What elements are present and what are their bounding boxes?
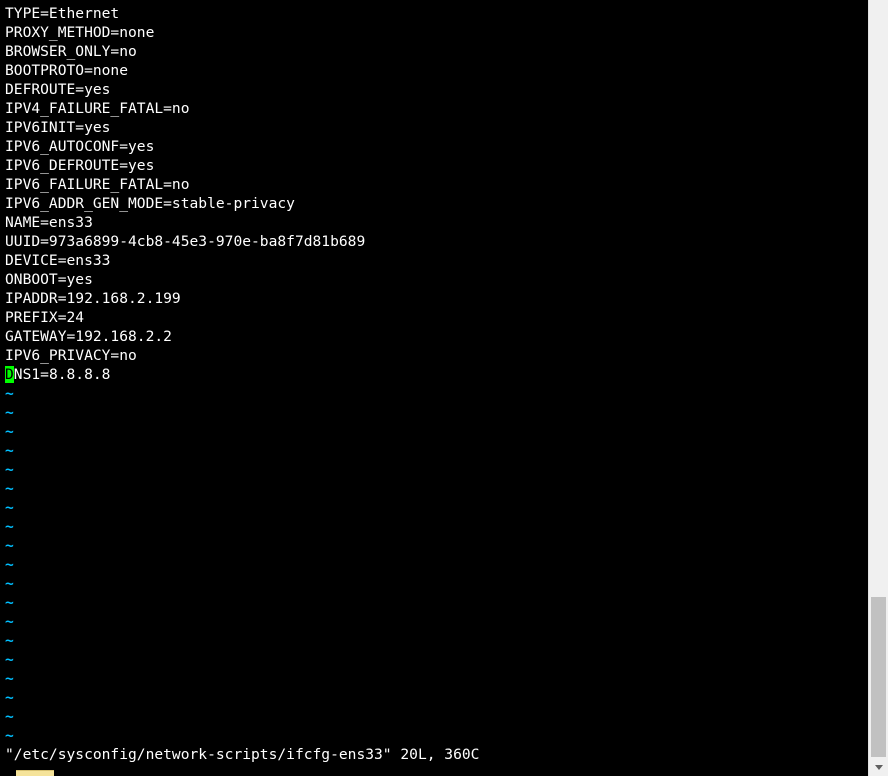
config-line: TYPE=Ethernet (5, 5, 120, 22)
config-line: PROXY_METHOD=none (5, 24, 155, 41)
chevron-down-icon (874, 765, 883, 770)
empty-line-marker: ~ (5, 499, 14, 516)
scroll-down-button[interactable] (869, 759, 888, 776)
terminal-window[interactable]: TYPE=Ethernet PROXY_METHOD=none BROWSER_ON… (0, 0, 888, 776)
empty-line-marker: ~ (5, 575, 14, 592)
config-line: IPV6_FAILURE_FATAL=no (5, 176, 190, 193)
empty-line-marker: ~ (5, 385, 14, 402)
empty-line-marker: ~ (5, 689, 14, 706)
config-line: DEFROUTE=yes (5, 81, 111, 98)
empty-line-marker: ~ (5, 518, 14, 535)
scrollbar-thumb[interactable] (871, 597, 886, 757)
vim-status-line: "/etc/sysconfig/network-scripts/ifcfg-en… (5, 746, 480, 763)
cursor-line-text: NS1=8.8.8.8 (13, 366, 111, 383)
config-line: IPV6_ADDR_GEN_MODE=stable-privacy (5, 195, 295, 212)
config-line: BOOTPROTO=none (5, 62, 129, 79)
config-line: GATEWAY=192.168.2.2 (5, 328, 172, 345)
config-line: IPV6_AUTOCONF=yes (5, 138, 155, 155)
vertical-scrollbar[interactable] (868, 0, 888, 776)
config-line: PREFIX=24 (5, 309, 85, 326)
config-line: IPV6_PRIVACY=no (5, 347, 137, 364)
empty-line-marker: ~ (5, 708, 14, 725)
config-line: IPV6INIT=yes (5, 119, 111, 136)
config-line: UUID=973a6899-4cb8-45e3-970e-ba8f7d81b68… (5, 233, 366, 250)
empty-line-marker: ~ (5, 480, 14, 497)
vim-editor-screen[interactable]: TYPE=Ethernet PROXY_METHOD=none BROWSER_ON… (0, 0, 868, 776)
empty-line-marker: ~ (5, 670, 14, 687)
text-cursor: D (5, 366, 14, 383)
config-line: IPV4_FAILURE_FATAL=no (5, 100, 190, 117)
empty-line-marker: ~ (5, 556, 14, 573)
config-line: NAME=ens33 (5, 214, 93, 231)
config-line: BROWSER_ONLY=no (5, 43, 137, 60)
empty-line-marker: ~ (5, 537, 14, 554)
empty-line-marker: ~ (5, 404, 14, 421)
empty-line-marker: ~ (5, 461, 14, 478)
empty-line-marker: ~ (5, 632, 14, 649)
config-line-cursor: DNS1=8.8.8.8 (5, 365, 365, 384)
file-content: TYPE=Ethernet PROXY_METHOD=none BROWSER_ON… (5, 4, 365, 745)
config-line: DEVICE=ens33 (5, 252, 111, 269)
empty-line-marker: ~ (5, 594, 14, 611)
config-line: IPADDR=192.168.2.199 (5, 290, 181, 307)
config-line: IPV6_DEFROUTE=yes (5, 157, 155, 174)
empty-line-marker: ~ (5, 613, 14, 630)
config-line: ONBOOT=yes (5, 271, 93, 288)
sticky-note-peek (16, 770, 54, 776)
empty-line-marker: ~ (5, 651, 14, 668)
empty-line-marker: ~ (5, 442, 14, 459)
empty-line-marker: ~ (5, 423, 14, 440)
empty-line-marker: ~ (5, 727, 14, 744)
